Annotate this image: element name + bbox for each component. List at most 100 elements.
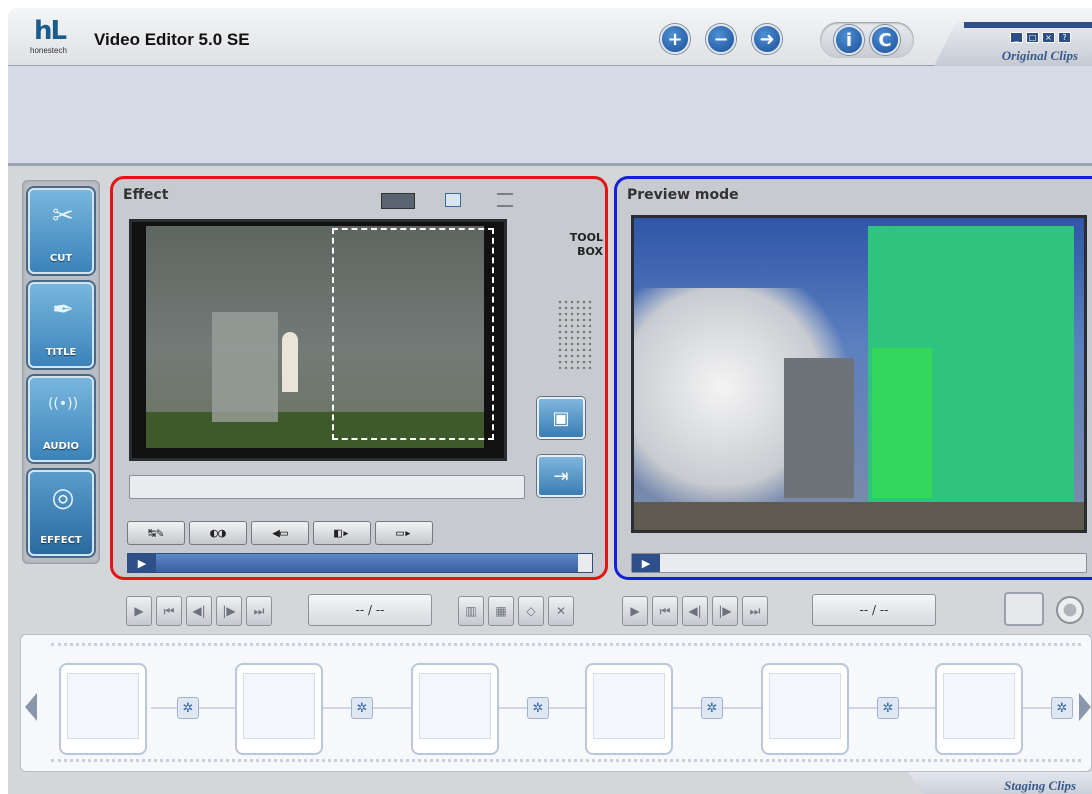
transition-slot-2[interactable]: ✲ [351,697,373,719]
effect-play-button[interactable]: ▶ [128,554,156,572]
swirl-icon: ✲ [882,700,894,716]
tool-effect-label: EFFECT [40,535,82,546]
plus-icon: + [667,28,683,50]
preview-play-button[interactable]: ▶ [632,554,660,572]
staging-slot-1[interactable] [59,663,147,755]
left-next-frame-button[interactable]: |▶ [216,596,242,626]
view-split-button[interactable] [445,193,461,207]
mark-in-icon: ▥ [465,604,477,618]
help-button[interactable]: ? [1058,32,1071,43]
brand-mark: hL [34,16,67,46]
view-single-button[interactable] [381,193,415,209]
original-clips-area[interactable] [8,66,1092,166]
right-end-button[interactable]: ⏭ [742,596,768,626]
tool-audio-button[interactable]: ((•)) AUDIO [28,376,94,462]
close-icon: × [1045,33,1052,42]
maximize-button[interactable]: □ [1026,32,1039,43]
preview-progress[interactable]: ▶ [631,553,1087,573]
effect-progress[interactable]: ▶ [127,553,593,573]
swirl-icon: ✲ [356,700,368,716]
preview-screen-button[interactable]: ▣ [537,397,585,439]
right-next-frame-button[interactable]: |▶ [712,596,738,626]
skip-end-icon: ⏭ [749,603,761,618]
insert-icon: ⇥ [553,465,569,487]
left-play-button[interactable]: ▶ [126,596,152,626]
fx-right-icon: ▭▸ [396,525,412,541]
transition-slot-5[interactable]: ✲ [877,697,899,719]
left-end-button[interactable]: ⏭ [246,596,272,626]
transition-slot-4[interactable]: ✲ [701,697,723,719]
info-icon: i [845,29,853,51]
eraser-button[interactable]: ◇ [518,596,544,626]
mark-in-button[interactable]: ▥ [458,596,484,626]
record-button[interactable] [1056,596,1084,624]
skip-start-icon: ⏮ [163,603,175,618]
effect-video [129,219,507,461]
menu-icon[interactable] [497,193,513,207]
swirl-icon: ✲ [1056,700,1068,716]
fx-left-icon: ◀▭ [272,525,288,541]
left-prev-frame-button[interactable]: ◀| [186,596,212,626]
capture-icon: C [878,29,892,51]
effect-panel: Effect TOOL BOX ▣ ⇥ ↹✎ ◐◑ ◀▭ ◧▸ ▭▸ ▶ [110,176,608,580]
next-frame-icon: |▶ [222,604,236,618]
toolbox-grip [557,299,593,369]
staging-clips-tab[interactable]: Staging Clips [908,772,1092,794]
minus-icon: − [713,28,729,50]
swirl-icon: ✲ [532,700,544,716]
scissors-icon: ✂ [52,201,74,231]
export-button[interactable]: ➜ [752,24,782,54]
slot-frame [593,673,665,739]
play-icon: ▶ [641,556,651,570]
left-start-button[interactable]: ⏮ [156,596,182,626]
capture-button[interactable]: C [870,25,900,55]
scroll-right-arrow-icon[interactable] [1079,693,1091,721]
remove-button[interactable]: − [706,24,736,54]
staging-slot-3[interactable] [411,663,499,755]
mark-out-button[interactable]: ▦ [488,596,514,626]
minimize-icon: _ [1014,33,1019,42]
right-time-display: -- / -- [812,594,936,626]
staging-slot-5[interactable] [761,663,849,755]
staging-slot-6[interactable] [935,663,1023,755]
fx-button-5[interactable]: ▭▸ [375,521,433,545]
delete-button[interactable]: ✕ [548,596,574,626]
original-clips-tab[interactable]: _ □ × ? Original Clips [934,22,1092,66]
right-start-button[interactable]: ⏮ [652,596,678,626]
effect-selection-box[interactable] [332,228,494,440]
fx-button-2[interactable]: ◐◑ [189,521,247,545]
scroll-left-arrow-icon[interactable] [25,693,37,721]
info-button[interactable]: i [834,25,864,55]
staging-slot-2[interactable] [235,663,323,755]
fx-mid-icon: ◧▸ [334,525,350,541]
transition-slot-1[interactable]: ✲ [177,697,199,719]
staging-slot-4[interactable] [585,663,673,755]
transition-slot-6[interactable]: ✲ [1051,697,1073,719]
fx-button-4[interactable]: ◧▸ [313,521,371,545]
camera-icon[interactable] [1004,592,1044,626]
fx-button-3[interactable]: ◀▭ [251,521,309,545]
toolbox-line1: TOOL [569,231,603,244]
fx-button-1[interactable]: ↹✎ [127,521,185,545]
toolbox-label: TOOL BOX [533,231,603,259]
help-icon: ? [1062,33,1067,42]
tool-sidebar: ✂ CUT ✒ TITLE ((•)) AUDIO ◎ EFFECT [22,180,100,564]
right-play-button[interactable]: ▶ [622,596,648,626]
tool-effect-button[interactable]: ◎ EFFECT [28,470,94,556]
app-logo: hL honestech [30,16,86,62]
tool-title-button[interactable]: ✒ TITLE [28,282,94,368]
sound-wave-icon: ((•)) [47,396,79,412]
prev-frame-icon: ◀| [192,604,206,618]
minimize-button[interactable]: _ [1010,32,1023,43]
transition-slot-3[interactable]: ✲ [527,697,549,719]
slot-frame [943,673,1015,739]
right-prev-frame-button[interactable]: ◀| [682,596,708,626]
fx-fade-icon: ◐◑ [210,525,226,541]
preview-ground [634,502,1084,530]
launch-tower [212,312,278,422]
add-button[interactable]: + [660,24,690,54]
close-button[interactable]: × [1042,32,1055,43]
effect-name-field[interactable] [129,475,525,499]
tool-cut-button[interactable]: ✂ CUT [28,188,94,274]
apply-effect-button[interactable]: ⇥ [537,455,585,497]
